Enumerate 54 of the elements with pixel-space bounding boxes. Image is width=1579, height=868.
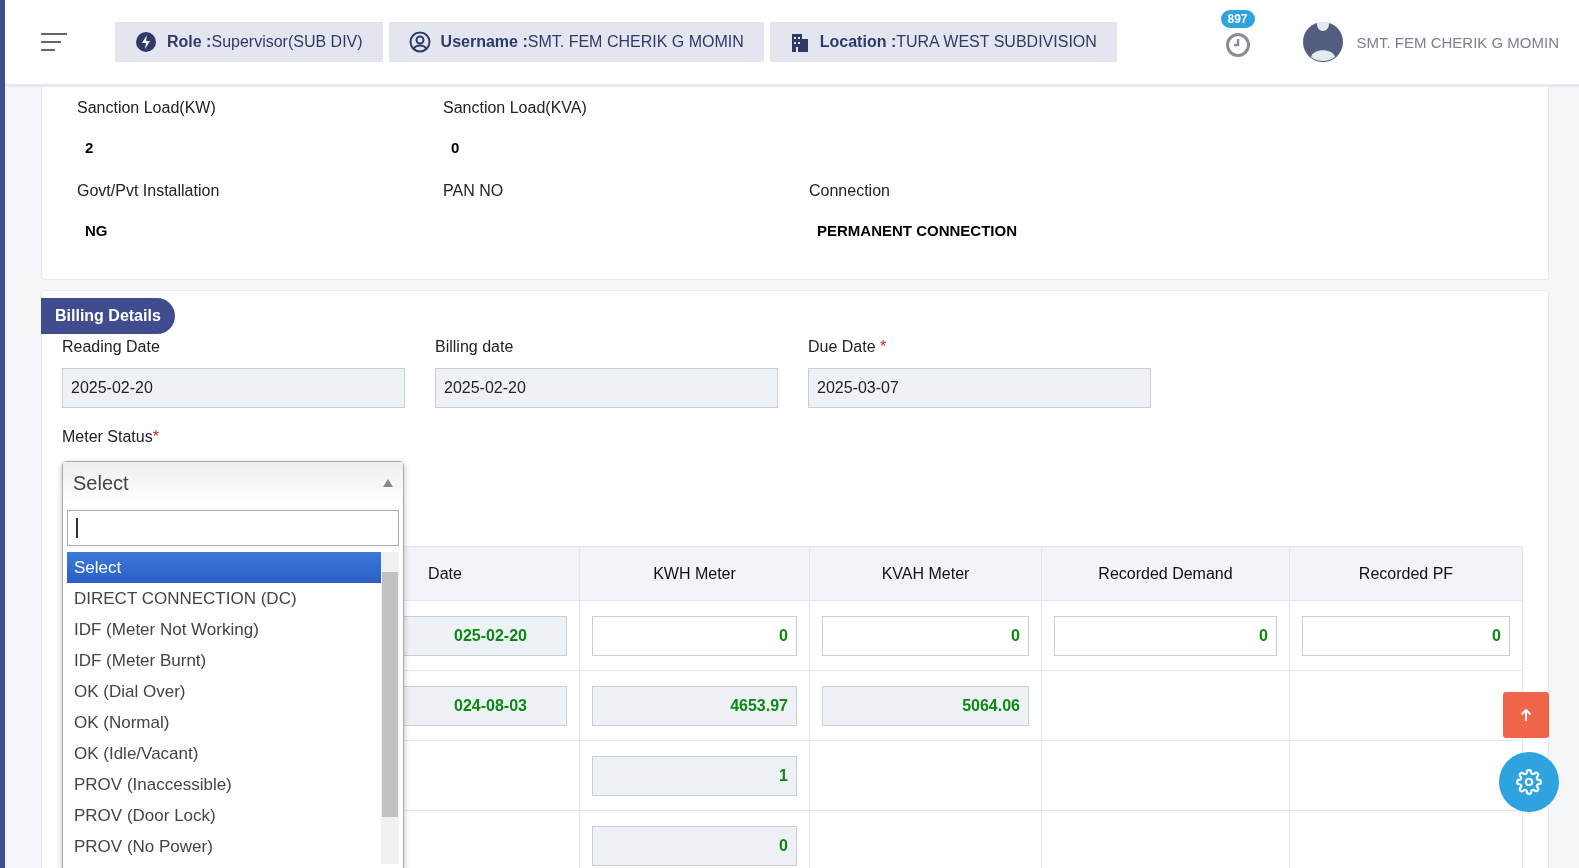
field-value: NG: [85, 222, 109, 239]
column-header: Recorded Demand: [1042, 546, 1290, 601]
section-title: Billing Details: [41, 298, 175, 334]
notification-badge: 897: [1220, 10, 1255, 28]
bolt-icon: [135, 31, 157, 53]
field-label: Billing date: [435, 338, 515, 356]
dropdown-option[interactable]: PROV (Door Lock): [67, 800, 381, 831]
field-label: PAN NO: [443, 182, 505, 200]
settings-icon: [1516, 769, 1542, 795]
dropdown-option[interactable]: PROV (Inaccessible): [67, 769, 381, 800]
field-value: 0: [451, 139, 461, 156]
column-header: Recorded PF: [1290, 546, 1523, 601]
number-field[interactable]: 0: [1302, 615, 1510, 656]
chip-text: Role :Supervisor(SUB DIV): [167, 33, 363, 51]
user-circle-icon: [408, 31, 431, 53]
field-label: Reading Date: [62, 338, 161, 356]
menu-icon[interactable]: [41, 32, 67, 52]
field-label: Sanction Load(KW): [77, 99, 217, 117]
caret-icon: [383, 479, 393, 487]
number-field[interactable]: 0: [822, 615, 1029, 656]
date-field[interactable]: 2025-02-20: [435, 368, 778, 408]
number-field[interactable]: 0: [1054, 615, 1277, 656]
date-field[interactable]: 2025-03-07: [808, 368, 1151, 408]
dropdown-option[interactable]: OK (Idle/Vacant): [67, 738, 381, 769]
clock-icon[interactable]: [1224, 32, 1251, 58]
search-field[interactable]: [67, 510, 399, 546]
dropdown-option[interactable]: Select: [67, 552, 381, 583]
arrow-up-icon: [1520, 708, 1532, 722]
scroll-top-button[interactable]: [1503, 692, 1549, 738]
user-name: SMT. FEM CHERIK G MOMIN: [1356, 33, 1559, 51]
field-label: Govt/Pvt Installation: [77, 182, 221, 200]
column-header: KVAH Meter: [810, 546, 1042, 601]
building-icon: [789, 31, 810, 53]
field-label: Connection: [809, 182, 891, 200]
field-value: PERMANENT CONNECTION: [817, 222, 1018, 239]
dropdown-option[interactable]: PROV (No Power): [67, 831, 381, 862]
scrollbar[interactable]: [381, 552, 399, 864]
number-field[interactable]: 5064.06: [822, 685, 1029, 726]
avatar-icon[interactable]: [1302, 22, 1343, 62]
meter-status-dropdown[interactable]: Select Select DIRECT CONNECTION (DC) IDF (Meter Not Working) IDF (Meter Burnt) OK (Dial Over) OK (Normal) OK (Idle/Vacant) PROV (Inaccessible) PROV (Door Lock) PROV (No Power): [62, 461, 404, 868]
date-field[interactable]: 2025-02-20: [62, 368, 405, 408]
field-label: Meter Status*: [62, 428, 160, 446]
chip-text: Location :TURA WEST SUBDIVISION: [819, 33, 1097, 51]
number-field[interactable]: 0: [592, 615, 797, 656]
field-label: Due Date *: [808, 338, 888, 356]
field-label: Sanction Load(KVA): [443, 99, 588, 117]
number-field[interactable]: 4653.97: [592, 685, 797, 726]
number-field[interactable]: 0: [592, 825, 797, 866]
field-value: 2: [85, 139, 95, 156]
number-field[interactable]: 1: [592, 755, 797, 796]
chip-text: Username :SMT. FEM CHERIK G MOMIN: [440, 33, 744, 51]
column-header: KWH Meter: [580, 546, 810, 601]
text-cursor: [76, 518, 78, 538]
select-value[interactable]: Select: [63, 462, 403, 504]
